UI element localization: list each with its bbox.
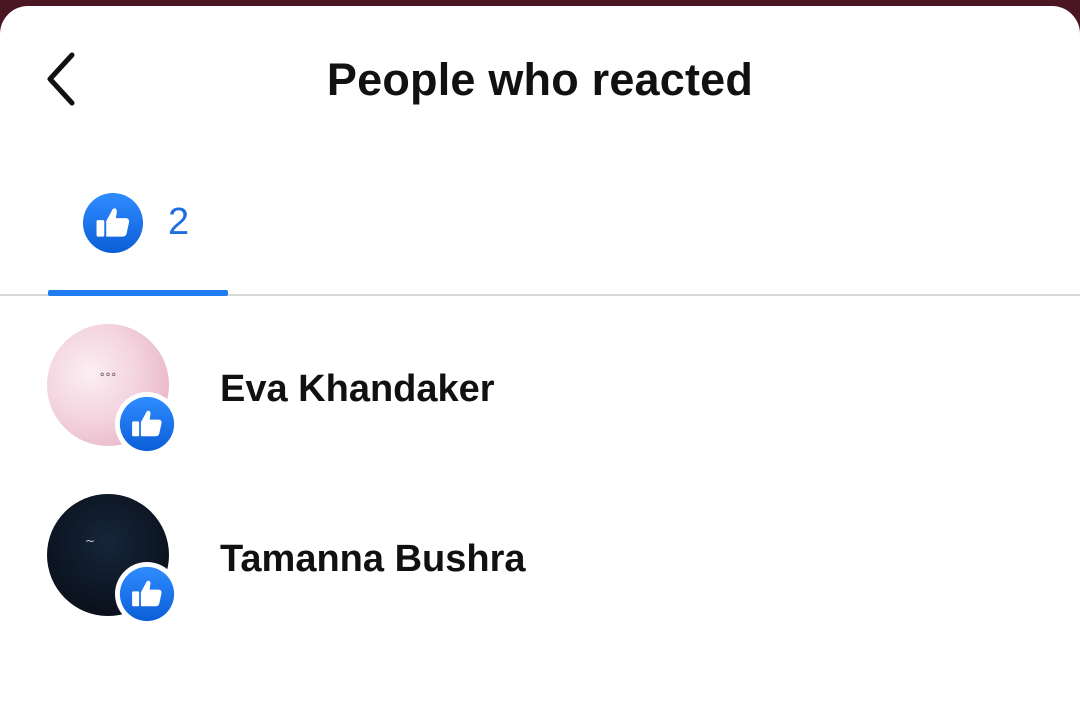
list-item[interactable]: ~ Tamanna Bushra [0,494,1080,664]
like-icon [119,566,175,622]
tab-like-count: 2 [168,201,190,243]
page-title: People who reacted [326,54,754,105]
header: People who reacted [0,6,1080,156]
reactions-sheet: People who reacted 2 ✿ ✿ ✿ Eva Khandaker… [0,6,1080,718]
reaction-tabs: 2 [0,156,1080,296]
avatar-wrapper: ~ [47,494,179,626]
avatar-wrapper: ✿ ✿ ✿ [47,324,179,456]
reaction-badge [115,392,179,456]
reactions-list: ✿ ✿ ✿ Eva Khandaker ~ Tamanna Bushra [0,296,1080,636]
avatar-image-text: ✿ ✿ ✿ [100,372,116,378]
like-icon [119,396,175,452]
list-item[interactable]: ✿ ✿ ✿ Eva Khandaker [0,324,1080,494]
tab-like[interactable]: 2 [48,156,228,296]
user-name[interactable]: Tamanna Bushra [220,538,525,581]
avatar-image-text: ~ [85,534,96,548]
reaction-badge [115,562,179,626]
like-icon [82,192,144,254]
user-name[interactable]: Eva Khandaker [220,368,495,411]
